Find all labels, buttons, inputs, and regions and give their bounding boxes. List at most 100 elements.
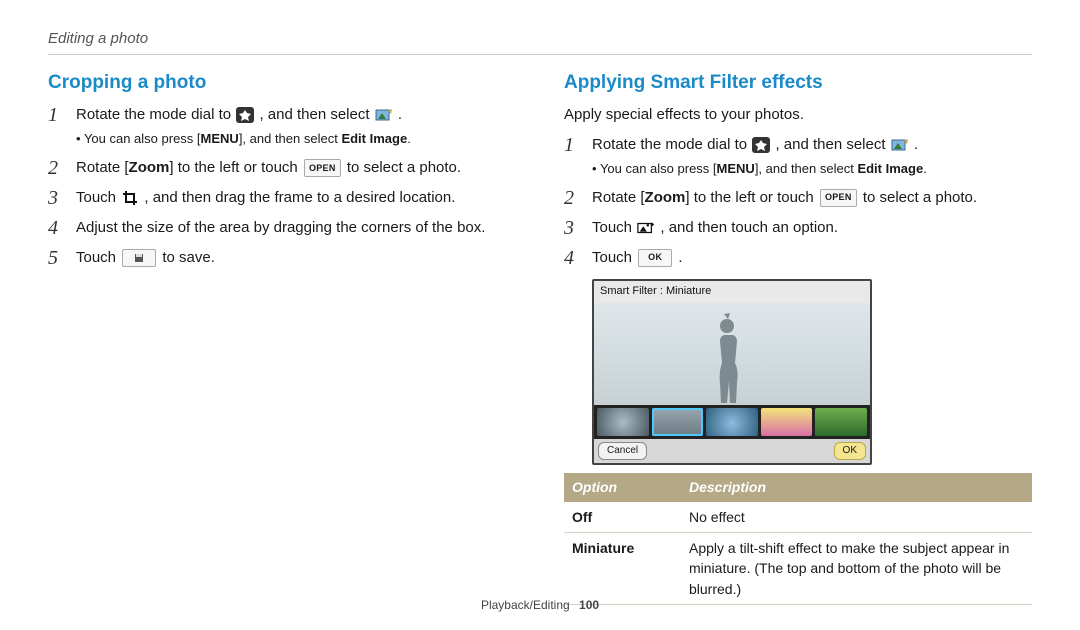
text: Rotate the mode dial to bbox=[76, 106, 235, 123]
step-text: Rotate the mode dial to , and then selec… bbox=[76, 104, 516, 126]
option-name: Miniature bbox=[564, 532, 681, 604]
left-step-2: 2 Rotate [Zoom] to the left or touch OPE… bbox=[48, 157, 516, 179]
step-text: Rotate [Zoom] to the left or touch OPEN … bbox=[592, 187, 1032, 209]
left-step-5: 5 Touch to save. bbox=[48, 247, 516, 269]
mode-dial-icon bbox=[236, 107, 254, 123]
step-number: 5 bbox=[48, 247, 76, 269]
text: . bbox=[398, 106, 402, 123]
step-text: Rotate [Zoom] to the left or touch OPEN … bbox=[76, 157, 516, 179]
right-column: Applying Smart Filter effects Apply spec… bbox=[564, 69, 1032, 605]
step-number: 1 bbox=[48, 104, 76, 126]
text: ], and then select bbox=[239, 131, 342, 146]
option-desc: No effect bbox=[681, 502, 1032, 533]
edit-image-label: Edit Image bbox=[857, 161, 923, 176]
section-title-smartfilter: Applying Smart Filter effects bbox=[564, 69, 1032, 97]
option-desc: Apply a tilt-shift effect to make the su… bbox=[681, 532, 1032, 604]
text: , and then select bbox=[259, 106, 373, 123]
text: to select a photo. bbox=[863, 189, 977, 206]
header-rule bbox=[48, 54, 1032, 55]
step-number: 3 bbox=[564, 217, 592, 239]
step-number: 2 bbox=[564, 187, 592, 209]
section-title-cropping: Cropping a photo bbox=[48, 69, 516, 97]
right-step-3: 3 Touch , and then touch an option. bbox=[564, 217, 1032, 239]
intro-text: Apply special effects to your photos. bbox=[564, 104, 1032, 126]
edit-image-label: Edit Image bbox=[341, 131, 407, 146]
options-table: Option Description Off No effect Miniatu… bbox=[564, 473, 1032, 604]
filter-thumb bbox=[761, 408, 813, 436]
menu-label: MENU bbox=[201, 131, 239, 146]
table-row: Off No effect bbox=[564, 502, 1032, 533]
right-step-2: 2 Rotate [Zoom] to the left or touch OPE… bbox=[564, 187, 1032, 209]
mode-dial-icon bbox=[752, 137, 770, 153]
preview-cancel-button: Cancel bbox=[598, 442, 647, 461]
preview-label: Smart Filter : Miniature bbox=[594, 281, 870, 303]
step-text: Touch , and then drag the frame to a des… bbox=[76, 187, 516, 209]
preview-thumbnails bbox=[594, 405, 870, 439]
step-text: Adjust the size of the area by dragging … bbox=[76, 217, 516, 239]
step-number: 1 bbox=[564, 134, 592, 156]
text: ] to the left or touch bbox=[685, 189, 818, 206]
right-step-1-note: You can also press [MENU], and then sele… bbox=[592, 160, 1032, 179]
table-row: Miniature Apply a tilt-shift effect to m… bbox=[564, 532, 1032, 604]
text: to select a photo. bbox=[347, 159, 461, 176]
text: . bbox=[923, 161, 927, 176]
page-number: 100 bbox=[579, 598, 599, 612]
text: . bbox=[914, 136, 918, 153]
open-button-icon: OPEN bbox=[304, 159, 341, 177]
zoom-label: Zoom bbox=[645, 189, 686, 206]
footer-section: Playback/Editing bbox=[481, 598, 570, 612]
text: Touch bbox=[592, 249, 636, 266]
ok-button-icon: OK bbox=[638, 249, 672, 267]
right-step-1: 1 Rotate the mode dial to , and then sel… bbox=[564, 134, 1032, 156]
table-header-description: Description bbox=[681, 473, 1032, 501]
text: , and then select bbox=[775, 136, 889, 153]
filter-thumb bbox=[706, 408, 758, 436]
text: . bbox=[407, 131, 411, 146]
text: Rotate [ bbox=[76, 159, 129, 176]
step-text: Rotate the mode dial to , and then selec… bbox=[592, 134, 1032, 156]
right-step-4: 4 Touch OK . bbox=[564, 247, 1032, 269]
left-step-3: 3 Touch , and then drag the frame to a d… bbox=[48, 187, 516, 209]
left-step-4: 4 Adjust the size of the area by draggin… bbox=[48, 217, 516, 239]
filter-thumb bbox=[597, 408, 649, 436]
step-number: 4 bbox=[48, 217, 76, 239]
left-column: Cropping a photo 1 Rotate the mode dial … bbox=[48, 69, 516, 605]
save-icon bbox=[122, 249, 156, 267]
zoom-label: Zoom bbox=[129, 159, 170, 176]
page-footer: Playback/Editing 100 bbox=[0, 597, 1080, 614]
text: , and then drag the frame to a desired l… bbox=[144, 189, 455, 206]
page: Editing a photo Cropping a photo 1 Rotat… bbox=[0, 0, 1080, 630]
table-header-row: Option Description bbox=[564, 473, 1032, 501]
step-text: Touch OK . bbox=[592, 247, 1032, 269]
open-button-icon: OPEN bbox=[820, 189, 857, 207]
table-header-option: Option bbox=[564, 473, 681, 501]
step-text: Touch , and then touch an option. bbox=[592, 217, 1032, 239]
text: Touch bbox=[592, 219, 636, 236]
text: Rotate the mode dial to bbox=[592, 136, 751, 153]
preview-image bbox=[594, 303, 870, 405]
left-step-1-note: You can also press [MENU], and then sele… bbox=[76, 130, 516, 149]
text: Touch bbox=[76, 189, 120, 206]
text: You can also press [ bbox=[600, 161, 717, 176]
text: to save. bbox=[162, 249, 215, 266]
breadcrumb: Editing a photo bbox=[48, 28, 1032, 50]
left-step-1: 1 Rotate the mode dial to , and then sel… bbox=[48, 104, 516, 126]
text: You can also press [ bbox=[84, 131, 201, 146]
silhouette-icon bbox=[704, 313, 750, 405]
text: ], and then select bbox=[755, 161, 858, 176]
smart-filter-icon bbox=[637, 220, 655, 236]
text: . bbox=[678, 249, 682, 266]
filter-preview-screen: Smart Filter : Miniature Cancel OK bbox=[592, 279, 872, 465]
columns: Cropping a photo 1 Rotate the mode dial … bbox=[48, 69, 1032, 605]
text: , and then touch an option. bbox=[660, 219, 838, 236]
filter-thumb bbox=[815, 408, 867, 436]
step-number: 2 bbox=[48, 157, 76, 179]
menu-label: MENU bbox=[717, 161, 755, 176]
step-number: 3 bbox=[48, 187, 76, 209]
preview-ok-button: OK bbox=[834, 442, 866, 461]
text: ] to the left or touch bbox=[169, 159, 302, 176]
edit-image-icon bbox=[891, 137, 909, 153]
filter-thumb-selected bbox=[652, 408, 704, 436]
crop-icon bbox=[121, 190, 139, 206]
preview-button-bar: Cancel OK bbox=[594, 439, 870, 464]
